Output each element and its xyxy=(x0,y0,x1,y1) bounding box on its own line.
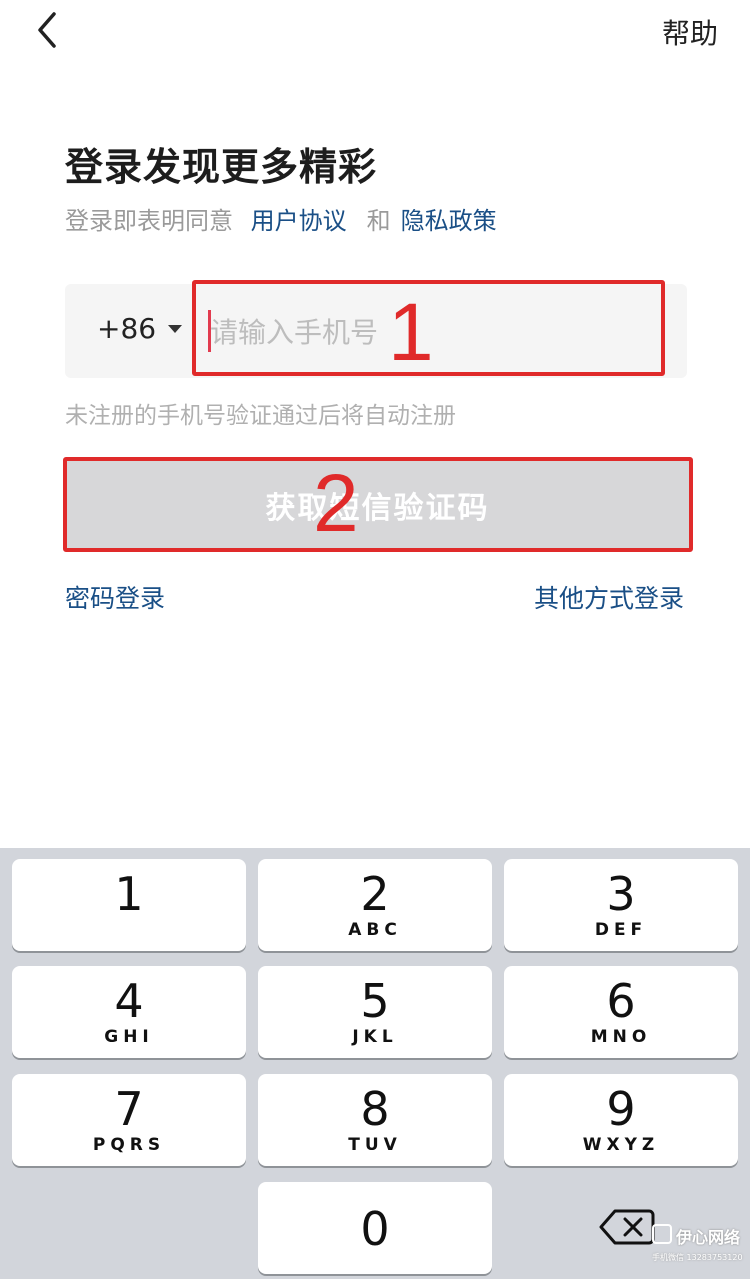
top-bar: 帮助 xyxy=(0,0,750,60)
key-6[interactable]: 6 MNO xyxy=(504,966,738,1058)
other-login-link[interactable]: 其他方式登录 xyxy=(534,579,684,615)
backspace-icon xyxy=(599,1209,655,1245)
register-hint: 未注册的手机号验证通过后将自动注册 xyxy=(65,403,456,429)
key-5[interactable]: 5 JKL xyxy=(258,966,492,1058)
country-code-value: +86 xyxy=(97,312,157,345)
delete-key[interactable] xyxy=(591,1197,661,1257)
country-code-selector[interactable]: +86 xyxy=(97,312,183,345)
key-letters: JKL xyxy=(352,1027,398,1047)
key-digit: 3 xyxy=(606,867,636,921)
key-letters: WXYZ xyxy=(582,1135,660,1155)
phone-number-input[interactable] xyxy=(208,306,652,358)
phone-input-row: +86 xyxy=(65,284,687,378)
key-letters: MNO xyxy=(590,1027,652,1047)
agreement-text: 登录即表明同意 用户协议和隐私政策 xyxy=(65,201,497,236)
key-digit: 6 xyxy=(606,974,636,1028)
key-1[interactable]: 1 xyxy=(12,859,246,951)
key-digit: 5 xyxy=(360,974,390,1028)
key-digit: 1 xyxy=(114,867,144,921)
key-digit: 9 xyxy=(606,1082,636,1136)
back-button[interactable] xyxy=(30,10,70,50)
privacy-policy-link[interactable]: 隐私政策 xyxy=(401,207,497,235)
key-9[interactable]: 9 WXYZ xyxy=(504,1074,738,1166)
agreement-prefix: 登录即表明同意 xyxy=(65,207,233,235)
chevron-left-icon xyxy=(38,12,56,48)
agreement-and: 和 xyxy=(366,207,391,235)
get-sms-code-button[interactable]: 获取短信验证码 xyxy=(65,459,690,550)
page-title: 登录发现更多精彩 xyxy=(65,145,378,189)
text-cursor xyxy=(208,310,211,352)
key-letters: GHI xyxy=(104,1027,154,1047)
key-digit: 8 xyxy=(360,1082,390,1136)
key-digit: 7 xyxy=(114,1082,144,1136)
key-letters: PQRS xyxy=(92,1135,166,1155)
key-7[interactable]: 7 PQRS xyxy=(12,1074,246,1166)
help-button[interactable]: 帮助 xyxy=(662,12,718,52)
key-digit: 0 xyxy=(360,1202,390,1256)
key-letters: ABC xyxy=(348,920,402,940)
key-digit: 2 xyxy=(360,867,390,921)
key-letters: DEF xyxy=(594,920,648,940)
key-letters: TUV xyxy=(348,1135,402,1155)
key-8[interactable]: 8 TUV xyxy=(258,1074,492,1166)
user-agreement-link[interactable]: 用户协议 xyxy=(251,207,347,235)
key-digit: 4 xyxy=(114,974,144,1028)
key-2[interactable]: 2 ABC xyxy=(258,859,492,951)
caret-down-icon xyxy=(168,324,183,333)
password-login-link[interactable]: 密码登录 xyxy=(65,579,165,615)
key-0[interactable]: 0 xyxy=(258,1182,492,1274)
key-3[interactable]: 3 DEF xyxy=(504,859,738,951)
key-4[interactable]: 4 GHI xyxy=(12,966,246,1058)
